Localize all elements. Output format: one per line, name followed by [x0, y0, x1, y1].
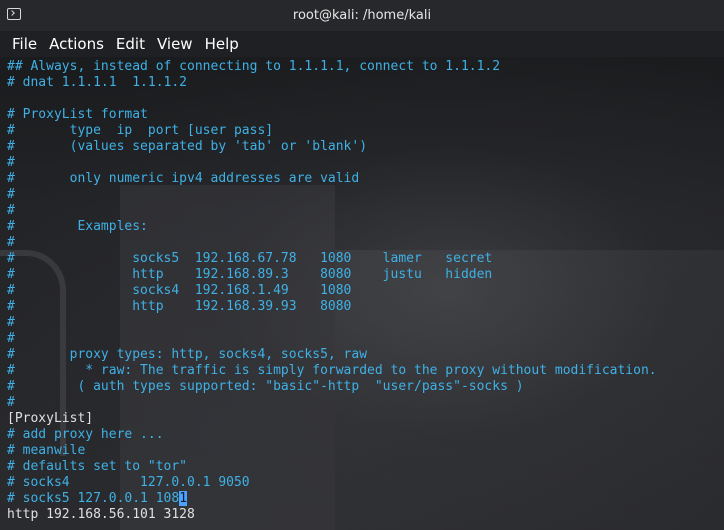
comment-line: # only numeric ipv4 addresses are valid: [7, 171, 724, 187]
comment-line: #: [7, 331, 724, 347]
comment-line: # ProxyList format: [7, 107, 724, 123]
comment-line: # * raw: The traffic is simply forwarded…: [7, 363, 724, 379]
config-line: http 192.168.56.101 3128: [7, 507, 724, 523]
line-text: # only numeric ipv4 addresses are valid: [7, 171, 360, 186]
comment-line: #: [7, 235, 724, 251]
line-text: #: [7, 315, 15, 330]
comment-line: # defaults set to "tor": [7, 459, 724, 475]
line-text: #: [7, 331, 15, 346]
comment-line: # socks5 127.0.0.1 1081: [7, 491, 724, 507]
line-text: # Examples:: [7, 219, 148, 234]
line-text: # meanwile: [7, 443, 86, 458]
comment-line: # meanwile: [7, 443, 724, 459]
comment-line: ## Always, instead of connecting to 1.1.…: [7, 59, 724, 75]
line-text: # add proxy here ...: [7, 427, 164, 442]
config-line: [ProxyList]: [7, 411, 724, 427]
line-text: #: [7, 187, 15, 202]
line-text: # socks5 192.168.67.78 1080 lamer secret: [7, 251, 493, 266]
comment-line: # add proxy here ...: [7, 427, 724, 443]
line-text: # http 192.168.89.3 8080 justu hidden: [7, 267, 493, 282]
comment-line: # Examples:: [7, 219, 724, 235]
line-text: # * raw: The traffic is simply forwarded…: [7, 363, 657, 378]
window-title: root@kali: /home/kali: [292, 8, 432, 23]
line-text: # defaults set to "tor": [7, 459, 188, 474]
comment-line: #: [7, 395, 724, 411]
comment-line: [7, 91, 724, 107]
menu-help[interactable]: Help: [199, 31, 245, 57]
line-text: #: [7, 395, 15, 410]
menu-actions[interactable]: Actions: [43, 31, 110, 57]
menu-view[interactable]: View: [151, 31, 199, 57]
line-text: # socks4 127.0.0.1 9050: [7, 475, 250, 490]
line-text: # proxy types: http, socks4, socks5, raw: [7, 347, 368, 362]
menu-file[interactable]: File: [6, 31, 43, 57]
comment-line: #: [7, 203, 724, 219]
line-text: # (values separated by 'tab' or 'blank'): [7, 139, 368, 154]
line-text: # type ip port [user pass]: [7, 123, 274, 138]
comment-line: # type ip port [user pass]: [7, 123, 724, 139]
menu-edit[interactable]: Edit: [110, 31, 151, 57]
terminal-window: root@kali: /home/kali File Actions Edit …: [0, 0, 724, 530]
comment-line: #: [7, 315, 724, 331]
line-text: # ProxyList format: [7, 107, 148, 122]
line-text: #: [7, 155, 15, 170]
line-text: #: [7, 235, 15, 250]
comment-line: # ( auth types supported: "basic"-http "…: [7, 379, 724, 395]
line-text: ## Always, instead of connecting to 1.1.…: [7, 59, 501, 74]
line-text: # socks4 192.168.1.49 1080: [7, 283, 352, 298]
title-bar[interactable]: root@kali: /home/kali: [0, 0, 724, 32]
comment-line: # (values separated by 'tab' or 'blank'): [7, 139, 724, 155]
comment-line: #: [7, 155, 724, 171]
line-text: http 192.168.56.101 3128: [7, 507, 195, 522]
comment-line: # dnat 1.1.1.1 1.1.1.2: [7, 75, 724, 91]
line-text: [ProxyList]: [7, 411, 94, 426]
line-text: # http 192.168.39.93 8080: [7, 299, 352, 314]
editor-content[interactable]: ## Always, instead of connecting to 1.1.…: [7, 59, 724, 523]
comment-line: # proxy types: http, socks4, socks5, raw: [7, 347, 724, 363]
text-cursor: 1: [179, 491, 188, 506]
comment-line: # socks5 192.168.67.78 1080 lamer secret: [7, 251, 724, 267]
comment-line: # socks4 192.168.1.49 1080: [7, 283, 724, 299]
comment-line: # http 192.168.39.93 8080: [7, 299, 724, 315]
comment-line: #: [7, 187, 724, 203]
menu-bar: File Actions Edit View Help: [0, 31, 724, 57]
comment-line: # http 192.168.89.3 8080 justu hidden: [7, 267, 724, 283]
comment-line: # socks4 127.0.0.1 9050: [7, 475, 724, 491]
line-text: # dnat 1.1.1.1 1.1.1.2: [7, 75, 188, 90]
line-text: #: [7, 203, 15, 218]
line-text: # ( auth types supported: "basic"-http "…: [7, 379, 524, 394]
line-text: # socks5 127.0.0.1 108: [7, 491, 180, 506]
